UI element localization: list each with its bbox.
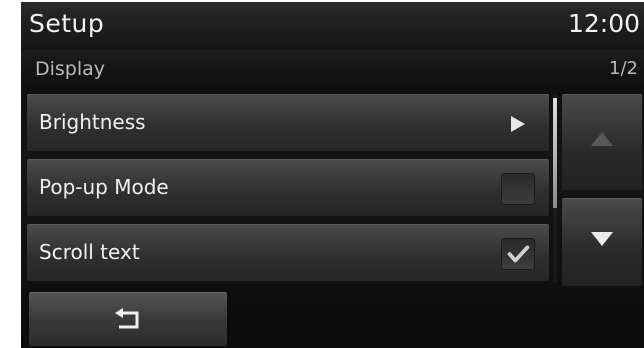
arrow-down-icon [591,232,613,246]
back-button[interactable] [29,292,227,346]
menu-item-scroll-text[interactable]: Scroll text [27,224,549,282]
check-icon [507,245,530,263]
menu-item-label: Scroll text [39,240,140,264]
page-title: Setup [29,9,105,38]
section-title: Display [35,58,106,80]
popup-mode-checkbox[interactable] [501,173,535,205]
menu-item-label: Brightness [39,110,146,134]
scroll-text-checkbox[interactable] [501,238,535,270]
menu-item-label: Pop-up Mode [39,175,169,199]
title-bar: Setup 12:00 [21,2,644,50]
scroll-down-button[interactable] [562,198,642,286]
arrow-right-icon [501,108,535,140]
sub-header: Display 1/2 [21,50,644,90]
menu-item-brightness[interactable]: Brightness [27,94,549,152]
arrow-up-icon [591,132,613,146]
menu-item-popup-mode[interactable]: Pop-up Mode [27,159,549,217]
back-arrow-icon [115,308,139,329]
page-indicator: 1/2 [609,58,638,79]
scrollbar-thumb[interactable] [553,98,557,208]
clock: 12:00 [567,9,640,38]
setup-screen: Setup 12:00 Display 1/2 Brightness Pop-u… [21,2,644,348]
scroll-up-button[interactable] [562,94,642,190]
